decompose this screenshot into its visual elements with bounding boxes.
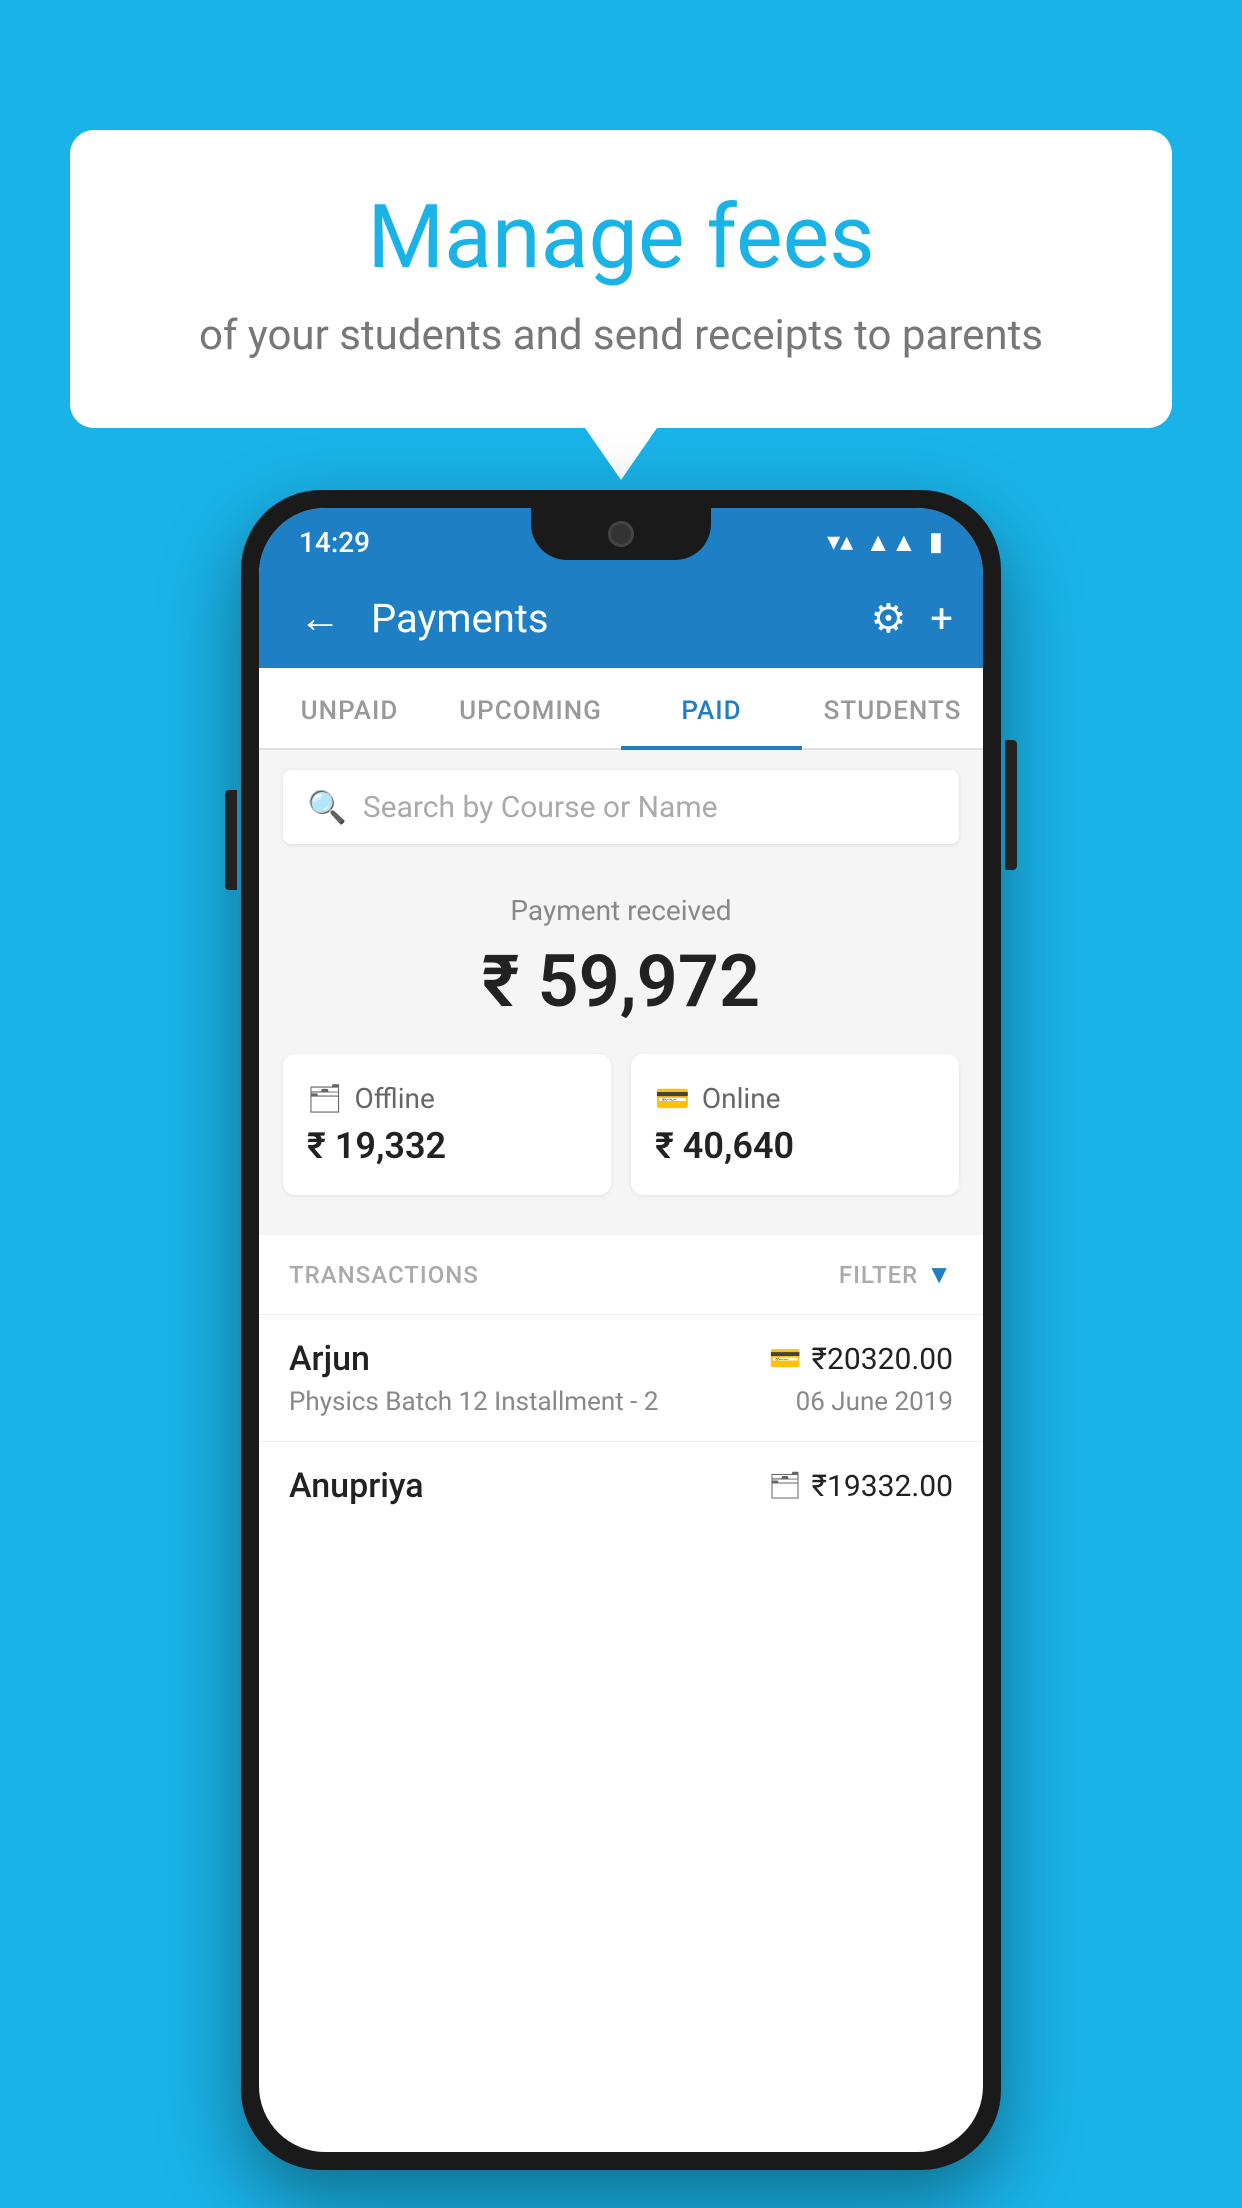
app-header: ← Payments ⚙ + <box>259 568 983 668</box>
table-row[interactable]: Anupriya 🗂 ₹19332.00 <box>259 1441 983 1528</box>
offline-card: 🗂 Offline ₹ 19,332 <box>283 1054 611 1195</box>
speech-bubble: Manage fees of your students and send re… <box>70 130 1172 428</box>
transaction-amount: ₹19332.00 <box>812 1469 953 1504</box>
wifi-icon: ▾▴ <box>827 527 853 557</box>
payment-summary: Payment received ₹ 59,972 🗂 Offline ₹ 19… <box>259 864 983 1235</box>
add-icon[interactable]: + <box>930 595 953 642</box>
tab-paid[interactable]: PAID <box>621 668 802 748</box>
filter-label: FILTER <box>839 1261 918 1289</box>
gear-icon[interactable]: ⚙ <box>870 595 906 642</box>
transaction-amount: ₹20320.00 <box>812 1342 953 1377</box>
phone-notch <box>531 508 711 560</box>
payment-total-amount: ₹ 59,972 <box>283 939 959 1024</box>
tab-unpaid[interactable]: UNPAID <box>259 668 440 748</box>
phone-mockup: 14:29 ▾▴ ▲▲ ▮ ← Payments ⚙ + UNPAID <box>241 490 1001 2170</box>
filter-button[interactable]: FILTER ▼ <box>839 1259 953 1290</box>
bubble-subtitle: of your students and send receipts to pa… <box>120 309 1122 364</box>
payment-received-label: Payment received <box>283 894 959 927</box>
transaction-top: Arjun 💳 ₹20320.00 <box>289 1339 953 1379</box>
phone-outer: 14:29 ▾▴ ▲▲ ▮ ← Payments ⚙ + UNPAID <box>241 490 1001 2170</box>
back-button[interactable]: ← <box>289 584 351 653</box>
bubble-title: Manage fees <box>120 190 1122 287</box>
offline-card-header: 🗂 Offline <box>307 1082 435 1115</box>
signal-icon: ▲▲ <box>865 527 916 558</box>
page-title: Payments <box>371 595 850 642</box>
status-time: 14:29 <box>299 526 370 559</box>
payment-cards: 🗂 Offline ₹ 19,332 💳 Online ₹ 40,640 <box>283 1054 959 1195</box>
search-icon: 🔍 <box>307 788 347 826</box>
online-icon: 💳 <box>655 1082 690 1115</box>
course-name: Physics Batch 12 Installment - 2 <box>289 1387 658 1417</box>
offline-label: Offline <box>355 1082 435 1115</box>
transaction-top: Anupriya 🗂 ₹19332.00 <box>289 1466 953 1506</box>
amount-container: 🗂 ₹19332.00 <box>769 1469 953 1504</box>
tabs-container: UNPAID UPCOMING PAID STUDENTS <box>259 668 983 750</box>
tab-students[interactable]: STUDENTS <box>802 668 983 748</box>
online-card: 💳 Online ₹ 40,640 <box>631 1054 959 1195</box>
header-actions: ⚙ + <box>870 595 953 642</box>
tab-upcoming[interactable]: UPCOMING <box>440 668 621 748</box>
filter-icon: ▼ <box>926 1259 953 1290</box>
online-label: Online <box>702 1082 781 1115</box>
transactions-label: TRANSACTIONS <box>289 1261 479 1289</box>
search-container: 🔍 Search by Course or Name <box>259 750 983 864</box>
student-name: Arjun <box>289 1339 370 1379</box>
offline-icon: 🗂 <box>307 1082 343 1115</box>
status-icons: ▾▴ ▲▲ ▮ <box>827 527 943 558</box>
phone-inner: 14:29 ▾▴ ▲▲ ▮ ← Payments ⚙ + UNPAID <box>259 508 983 2152</box>
search-input[interactable]: Search by Course or Name <box>363 790 718 825</box>
amount-container: 💳 ₹20320.00 <box>769 1342 953 1377</box>
battery-icon: ▮ <box>929 527 943 557</box>
transaction-bottom: Physics Batch 12 Installment - 2 06 June… <box>289 1387 953 1417</box>
transaction-date: 06 June 2019 <box>796 1387 953 1417</box>
offline-amount: ₹ 19,332 <box>307 1125 446 1167</box>
card-payment-icon: 💳 <box>769 1344 801 1374</box>
search-box[interactable]: 🔍 Search by Course or Name <box>283 770 959 844</box>
online-amount: ₹ 40,640 <box>655 1125 794 1167</box>
speech-bubble-container: Manage fees of your students and send re… <box>70 130 1172 428</box>
student-name: Anupriya <box>289 1466 424 1506</box>
transactions-header: TRANSACTIONS FILTER ▼ <box>259 1235 983 1314</box>
online-card-header: 💳 Online <box>655 1082 781 1115</box>
cash-payment-icon: 🗂 <box>769 1471 802 1501</box>
camera <box>608 521 634 547</box>
table-row[interactable]: Arjun 💳 ₹20320.00 Physics Batch 12 Insta… <box>259 1314 983 1441</box>
